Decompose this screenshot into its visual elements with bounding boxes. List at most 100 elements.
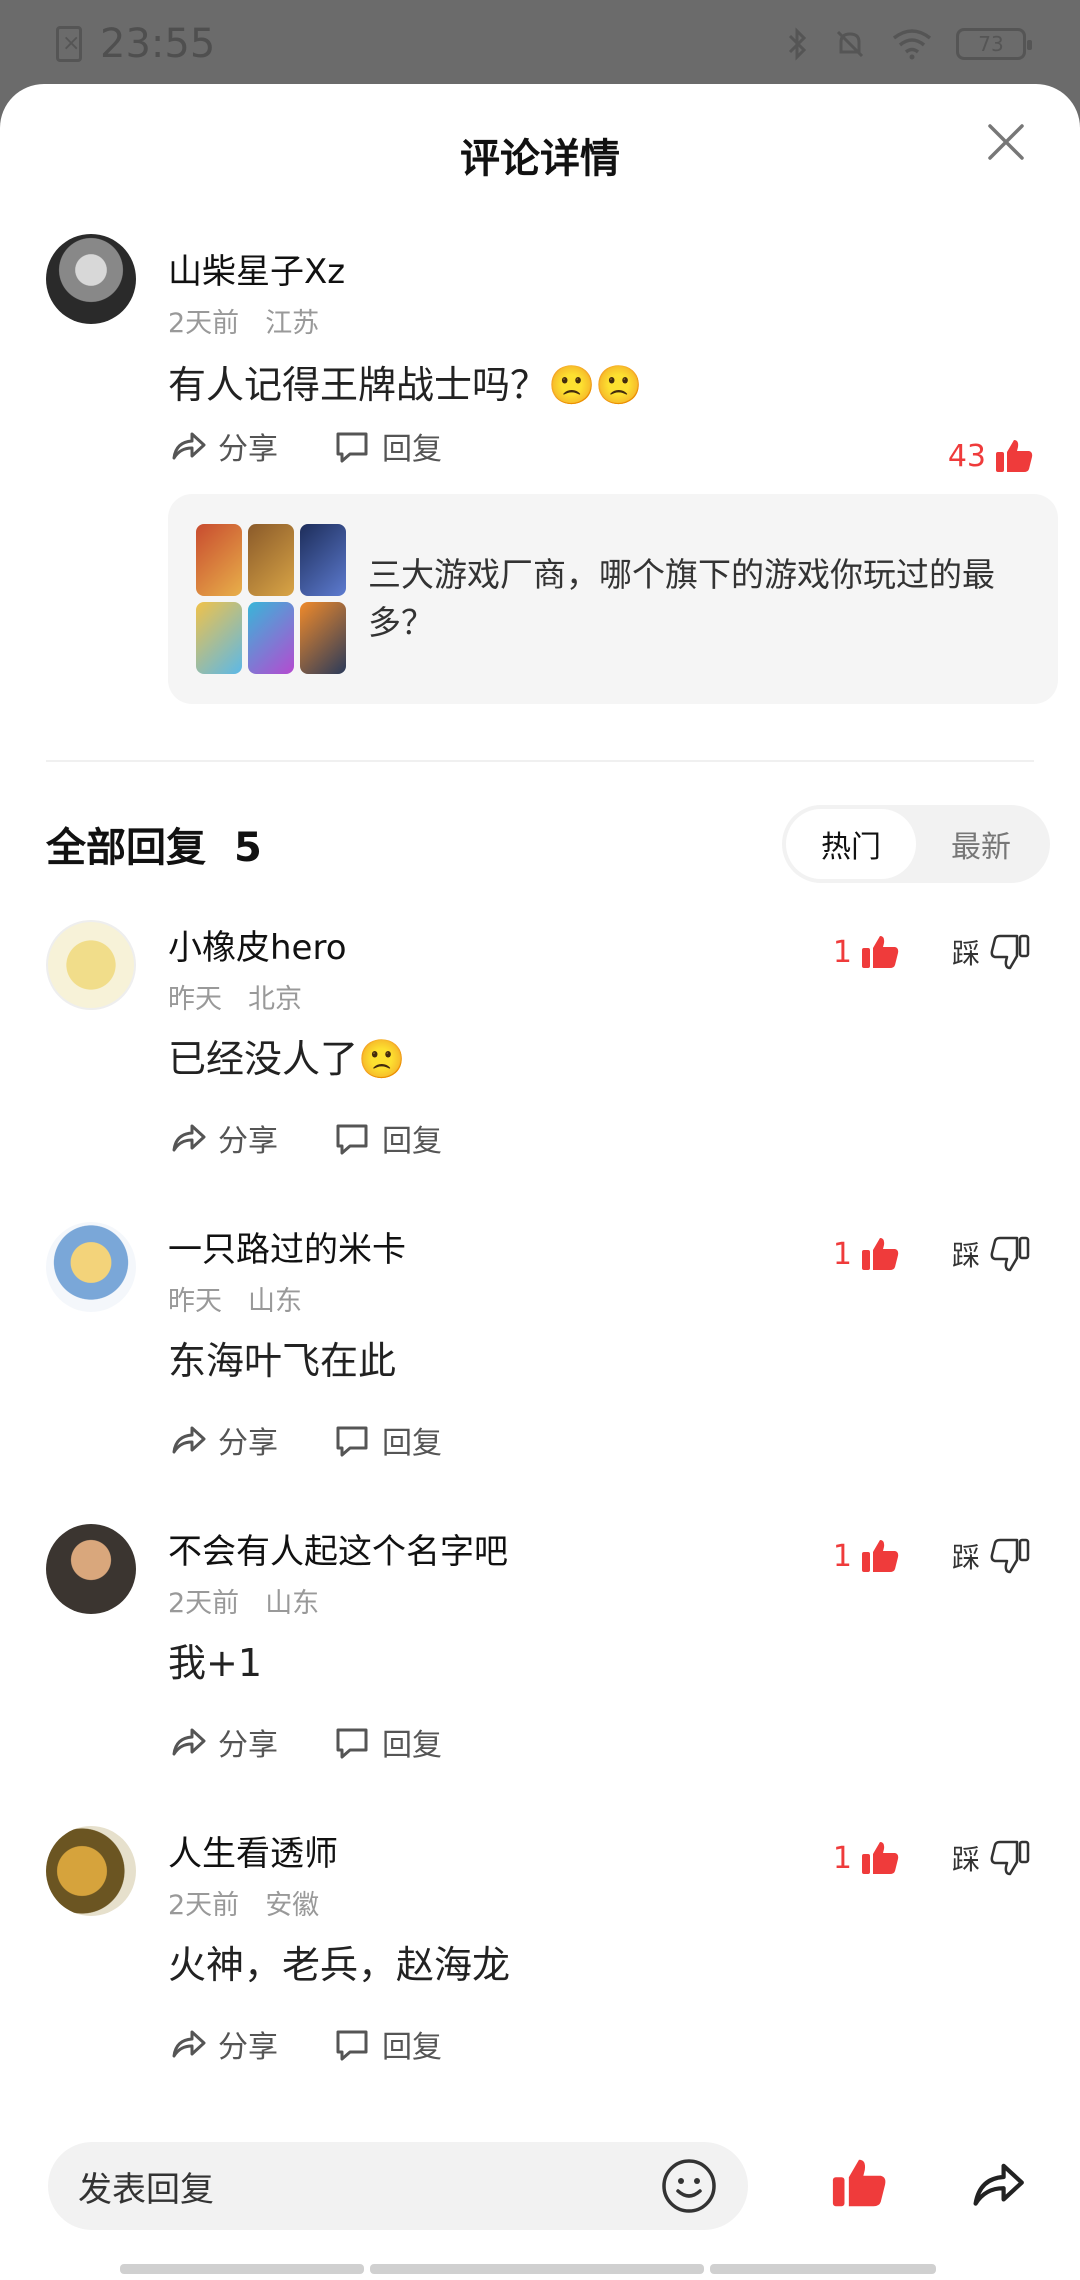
avatar[interactable] <box>46 234 136 324</box>
share-button[interactable]: 分享 <box>168 1418 278 1462</box>
comment-location: 江苏 <box>265 308 320 339</box>
status-time: 23:55 <box>100 21 216 67</box>
share-button[interactable]: 分享 <box>168 2022 278 2066</box>
reply-text: 我+1 <box>168 1641 263 1685</box>
tab-hot[interactable]: 热门 <box>786 809 916 879</box>
like-count: 1 <box>832 1236 852 1272</box>
like-button[interactable] <box>830 2154 888 2212</box>
thumbs-down-icon <box>990 934 1030 970</box>
user-name[interactable]: 人生看透师 <box>168 1826 338 1875</box>
game-thumbnail <box>300 524 346 596</box>
reply-item: 小橡皮hero 昨天 北京 1 踩 已经没人了🙁 分享 回复 <box>0 920 1080 1220</box>
reply-text: 已经没人了🙁 <box>168 1037 406 1081</box>
share-button[interactable] <box>968 2156 1028 2212</box>
no-sim-icon <box>56 26 82 62</box>
dislike-button[interactable]: 踩 <box>952 1536 1030 1576</box>
reply-location: 北京 <box>248 984 302 1015</box>
replies-header: 全部回复 5 热门 最新 <box>46 784 1050 904</box>
main-comment: 山柴星子Xz 2天前 江苏 有人记得王牌战士吗？🙁🙁 分享 回复 43 三大游戏… <box>0 84 1080 764</box>
share-button[interactable]: 分享 <box>168 424 278 468</box>
reply-location: 山东 <box>248 1286 302 1317</box>
reply-location: 安徽 <box>265 1890 320 1921</box>
reply-item: 人生看透师 2天前 安徽 1 踩 火神，老兵，赵海龙 分享 回复 <box>0 1826 1080 2126</box>
game-thumbnail <box>196 602 242 674</box>
mute-bell-icon <box>836 30 864 58</box>
share-button[interactable]: 分享 <box>168 1720 278 1764</box>
game-thumbnail <box>248 524 294 596</box>
dislike-button[interactable]: 踩 <box>952 1838 1030 1878</box>
reply-input-placeholder: 发表回复 <box>78 2169 214 2210</box>
user-name[interactable]: 小橡皮hero <box>168 920 347 969</box>
reply-text: 火神，老兵，赵海龙 <box>168 1943 511 1987</box>
reply-text: 东海叶飞在此 <box>168 1339 397 1383</box>
wifi-icon <box>892 29 932 60</box>
share-button[interactable]: 分享 <box>168 1116 278 1160</box>
comment-icon <box>336 1426 368 1457</box>
reply-button[interactable]: 回复 <box>332 1418 442 1462</box>
reply-button[interactable]: 回复 <box>332 1720 442 1764</box>
thumbs-up-icon <box>862 1540 899 1572</box>
comment-icon <box>336 1124 368 1155</box>
reply-time: 2天前 <box>168 1588 240 1619</box>
game-thumbnail <box>300 602 346 674</box>
share-icon <box>172 1728 206 1756</box>
status-bar: 23:55 73 <box>0 0 1080 88</box>
user-info: 山柴星子Xz 2天前 江苏 <box>168 244 345 340</box>
like-button[interactable]: 1 <box>833 932 900 972</box>
like-button[interactable]: 43 <box>948 436 1034 476</box>
tab-latest[interactable]: 最新 <box>916 809 1046 879</box>
user-name[interactable]: 山柴星子Xz <box>168 244 345 293</box>
bottom-action-bar: 发表回复 <box>0 2104 1080 2280</box>
like-button[interactable]: 1 <box>833 1536 900 1576</box>
avatar[interactable] <box>46 1826 136 1916</box>
avatar[interactable] <box>46 1524 136 1614</box>
dislike-button[interactable]: 踩 <box>952 932 1030 972</box>
share-icon <box>172 2030 206 2058</box>
reply-button[interactable]: 回复 <box>332 1116 442 1160</box>
like-count: 1 <box>832 934 852 970</box>
reply-item: 一只路过的米卡 昨天 山东 1 踩 东海叶飞在此 分享 回复 <box>0 1222 1080 1522</box>
reply-button[interactable]: 回复 <box>332 2022 442 2066</box>
like-button[interactable]: 1 <box>833 1838 900 1878</box>
thumbs-up-icon <box>862 936 899 968</box>
game-thumbnail <box>196 524 242 596</box>
quoted-post-card[interactable]: 三大游戏厂商，哪个旗下的游戏你玩过的最多？ <box>168 494 1058 704</box>
system-nav-bar <box>0 2264 1080 2280</box>
reply-time: 昨天 <box>168 984 222 1015</box>
sort-toggle: 热门 最新 <box>782 805 1050 883</box>
game-thumbnails <box>196 524 346 674</box>
like-count: 1 <box>832 1538 852 1574</box>
comment-meta: 2天前 江苏 <box>168 301 345 340</box>
user-name[interactable]: 不会有人起这个名字吧 <box>168 1524 508 1573</box>
thumbs-up-icon <box>862 1842 899 1874</box>
share-icon <box>172 432 206 460</box>
comment-text: 有人记得王牌战士吗？🙁🙁 <box>168 363 643 407</box>
quoted-post-text: 三大游戏厂商，哪个旗下的游戏你玩过的最多？ <box>368 555 995 642</box>
avatar[interactable] <box>46 920 136 1010</box>
avatar[interactable] <box>46 1222 136 1312</box>
user-name[interactable]: 一只路过的米卡 <box>168 1222 406 1271</box>
comment-detail-sheet: 评论详情 山柴星子Xz 2天前江苏 有人记得王牌战士吗？🙁🙁 分享 回复 43 <box>0 84 1080 2280</box>
share-icon <box>172 1426 206 1454</box>
like-count: 43 <box>947 438 986 474</box>
thumbs-down-icon <box>990 1538 1030 1574</box>
reply-item: 不会有人起这个名字吧 2天前 山东 1 踩 我+1 分享 回复 <box>0 1524 1080 1824</box>
emoji-icon[interactable] <box>660 2157 718 2215</box>
like-button[interactable]: 1 <box>833 1234 900 1274</box>
share-icon <box>172 1124 206 1152</box>
reply-input[interactable]: 发表回复 <box>48 2142 748 2230</box>
like-count: 1 <box>832 1840 852 1876</box>
comment-icon <box>336 2030 368 2061</box>
replies-count: 5 <box>233 825 262 871</box>
thumbs-up-icon <box>862 1238 899 1270</box>
reply-button[interactable]: 回复 <box>332 424 442 468</box>
comment-icon <box>336 432 368 463</box>
dislike-button[interactable]: 踩 <box>952 1234 1030 1274</box>
comment-time: 2天前 <box>168 308 240 339</box>
reply-location: 山东 <box>265 1588 320 1619</box>
reply-time: 昨天 <box>168 1286 222 1317</box>
game-thumbnail <box>248 602 294 674</box>
comment-actions: 分享 回复 <box>168 424 442 468</box>
thumbs-down-icon <box>990 1236 1030 1272</box>
battery-icon: 73 <box>956 28 1032 60</box>
